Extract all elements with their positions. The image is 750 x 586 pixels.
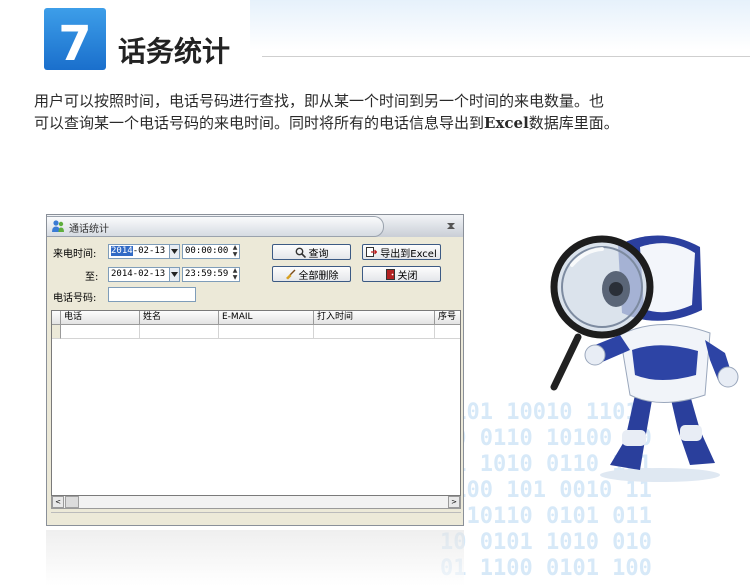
status-bar: [51, 512, 461, 523]
chevron-down-icon: [171, 249, 178, 254]
query-button-label: 查询: [308, 248, 329, 260]
from-time-spinner[interactable]: ▲ ▼: [230, 244, 240, 259]
magnifier-icon: [295, 247, 306, 258]
from-date-selected-year: 2014: [111, 246, 133, 256]
scroll-right-icon[interactable]: >: [448, 496, 460, 508]
from-date-picker[interactable]: 2014-02-13: [108, 244, 178, 259]
from-date-rest: -02-13: [132, 246, 166, 256]
column-header-phone[interactable]: 电话: [61, 311, 140, 325]
description-excel-word: Excel: [484, 114, 529, 132]
to-date-picker[interactable]: 2014-02-13: [108, 267, 178, 282]
table-cell[interactable]: [140, 325, 219, 339]
pin-icon[interactable]: [445, 220, 457, 232]
window-titlebar[interactable]: 通话统计: [47, 215, 463, 237]
digits-line: 0 10110 0101 011: [440, 504, 652, 529]
description-line-2-start: 可以查询某一个电话号码的来电时间。同时将所有的电话信息导出到: [34, 114, 485, 132]
table-cell[interactable]: [61, 325, 140, 339]
horizontal-scrollbar[interactable]: < >: [51, 496, 461, 509]
window-reflection: [46, 530, 464, 586]
column-header-index[interactable]: 序号: [435, 311, 460, 325]
title-divider: [262, 56, 750, 57]
chevron-down-icon: [171, 272, 178, 277]
digits-line: 01 1100 0101 100: [440, 556, 652, 581]
close-button[interactable]: 关闭: [362, 266, 441, 282]
description-line-2-end: 数据库里面。: [528, 114, 619, 132]
spin-down-icon[interactable]: ▼: [230, 252, 240, 260]
phone-number-label: 电话号码:: [53, 293, 97, 304]
from-date-dropdown[interactable]: [169, 244, 180, 259]
feature-description: 用户可以按照时间，电话号码进行查找，即从某一个时间到另一个时间的来电数量。也 可…: [34, 90, 734, 134]
scroll-left-icon[interactable]: <: [52, 496, 64, 508]
export-button-label: 导出到Excel: [380, 248, 437, 260]
users-icon: [52, 220, 64, 232]
close-button-label: 关闭: [397, 270, 418, 282]
exit-door-icon: [385, 268, 395, 280]
section-number-badge: 7: [44, 8, 106, 70]
phone-number-input[interactable]: [108, 287, 196, 302]
table-row[interactable]: [52, 325, 460, 339]
query-button[interactable]: 查询: [272, 244, 351, 260]
column-header-call-time[interactable]: 打入时间: [314, 311, 435, 325]
section-title: 话务统计: [118, 35, 231, 68]
scroll-thumb[interactable]: [65, 496, 79, 508]
row-indicator: [52, 325, 61, 339]
description-line-2: 可以查询某一个电话号码的来电时间。同时将所有的电话信息导出到Excel数据库里面…: [34, 112, 734, 134]
export-excel-button[interactable]: 导出到Excel: [362, 244, 441, 260]
grid-header: 电话 姓名 E-MAIL 打入时间 序号: [52, 311, 460, 325]
call-time-label: 来电时间:: [53, 249, 97, 260]
export-icon: [366, 246, 378, 257]
table-cell[interactable]: [314, 325, 435, 339]
column-header-name[interactable]: 姓名: [140, 311, 219, 325]
robot-magnifier-illustration: [550, 235, 739, 482]
grid-corner: [52, 311, 61, 325]
table-cell[interactable]: [219, 325, 314, 339]
call-statistics-window: 通话统计 来电时间: 2014-02-13 00:00:00 ▲ ▼ 至: 20…: [46, 214, 464, 526]
delete-all-button[interactable]: 全部删除: [272, 266, 351, 282]
description-line-1: 用户可以按照时间，电话号码进行查找，即从某一个时间到另一个时间的来电数量。也: [34, 92, 605, 110]
column-header-email[interactable]: E-MAIL: [219, 311, 314, 325]
to-date-dropdown[interactable]: [169, 267, 180, 282]
header-glow: [250, 0, 750, 50]
digits-line: 10 0101 1010 010: [440, 530, 652, 555]
call-records-grid[interactable]: 电话 姓名 E-MAIL 打入时间 序号: [51, 310, 461, 496]
to-time-spinner[interactable]: ▲ ▼: [230, 267, 240, 282]
broom-icon: [285, 269, 295, 279]
table-cell[interactable]: [435, 325, 460, 339]
window-title: 通话统计: [69, 224, 109, 235]
spin-down-icon[interactable]: ▼: [230, 275, 240, 283]
to-label: 至:: [85, 272, 99, 283]
delete-all-button-label: 全部删除: [298, 270, 339, 282]
